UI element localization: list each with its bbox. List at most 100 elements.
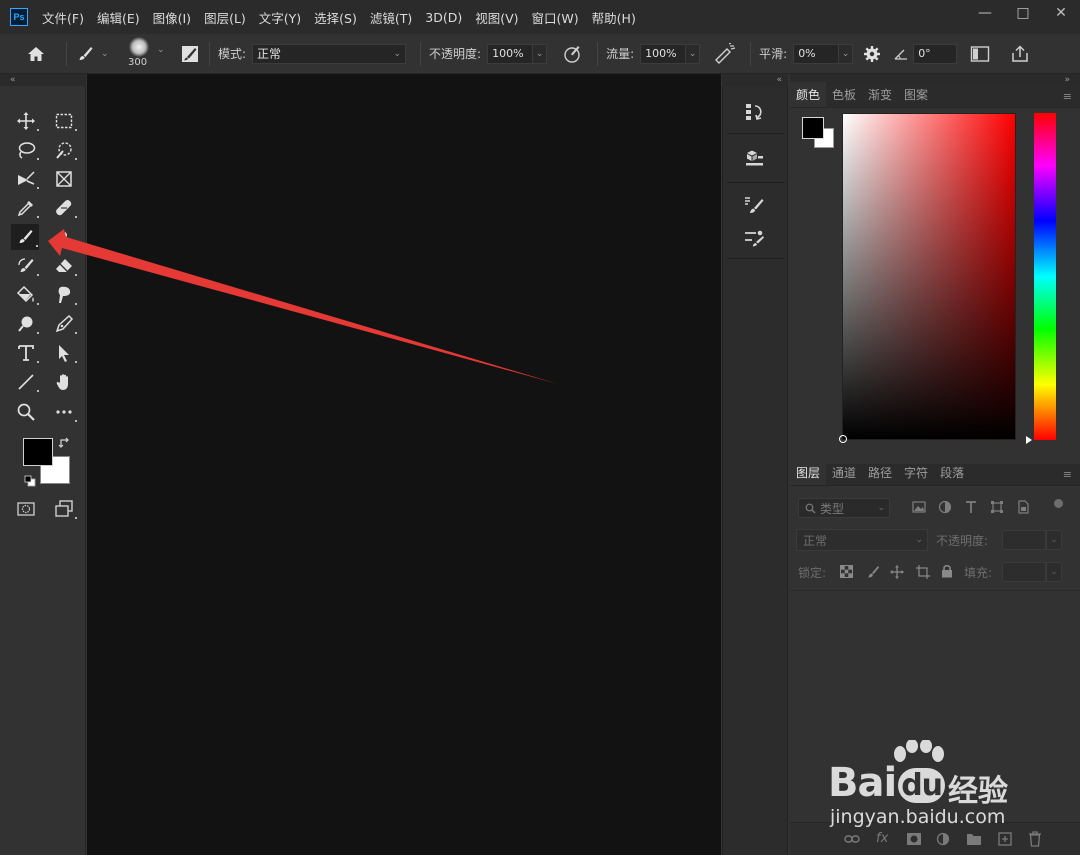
panel-menu-icon[interactable]: ≡: [1063, 90, 1072, 103]
lock-all[interactable]: [941, 564, 955, 578]
clone-stamp-tool[interactable]: [50, 224, 78, 250]
line-tool[interactable]: [12, 369, 40, 395]
rightdock-collapse-strip[interactable]: »: [790, 74, 1080, 86]
home-button[interactable]: [14, 34, 58, 74]
brush-tool[interactable]: [11, 224, 39, 250]
opacity-slider-toggle[interactable]: ⌄: [533, 43, 548, 64]
new-group-icon[interactable]: [966, 832, 982, 846]
healing-brush-tool[interactable]: [50, 195, 78, 221]
smoothing-input[interactable]: 0%: [793, 43, 840, 64]
tab-character[interactable]: 字符: [898, 464, 934, 485]
flow-slider-toggle[interactable]: ⌄: [686, 43, 701, 64]
menu-file[interactable]: 文件(F): [42, 8, 84, 27]
filter-toggle[interactable]: [1054, 499, 1063, 508]
smudge-tool[interactable]: [50, 282, 78, 308]
marquee-tool[interactable]: [50, 108, 78, 134]
history-brush-tool[interactable]: [12, 253, 40, 279]
menu-edit[interactable]: 编辑(E): [97, 8, 140, 27]
switch-colors-icon[interactable]: [58, 436, 72, 450]
default-colors-icon[interactable]: [24, 475, 36, 487]
pressure-opacity-button[interactable]: [555, 37, 589, 71]
trash-icon[interactable]: [1028, 831, 1042, 847]
hue-slider[interactable]: [1026, 113, 1056, 444]
minimize-button[interactable]: —: [966, 0, 1004, 26]
tab-swatches[interactable]: 色板: [826, 86, 862, 107]
blend-mode-select[interactable]: 正常 ⌄: [796, 529, 928, 551]
mode-select[interactable]: 正常 ⌄: [252, 43, 407, 64]
smoothing-options-button[interactable]: [857, 39, 887, 69]
lock-position[interactable]: [890, 565, 904, 579]
new-adjustment-icon[interactable]: [936, 832, 950, 846]
filter-smart-objects[interactable]: [1016, 500, 1030, 514]
layer-filter-select[interactable]: 类型 ⌄: [798, 498, 890, 518]
color-field[interactable]: [839, 113, 1016, 443]
panel-foreground-swatch[interactable]: [802, 117, 824, 139]
layer-opacity-input[interactable]: [1002, 530, 1046, 550]
history-panel-button[interactable]: [733, 98, 775, 126]
layer-opacity-toggle[interactable]: ⌄: [1046, 530, 1062, 550]
lock-transparent-pixels[interactable]: [840, 565, 854, 579]
menu-select[interactable]: 选择(S): [314, 8, 357, 27]
paint-bucket-tool[interactable]: [12, 282, 40, 308]
new-layer-icon[interactable]: [998, 832, 1012, 846]
tab-layers[interactable]: 图层: [790, 460, 827, 485]
edit-toolbar-button[interactable]: [50, 399, 78, 425]
airbrush-button[interactable]: [708, 37, 742, 71]
tab-channels[interactable]: 通道: [826, 464, 862, 485]
3d-panel-button[interactable]: [733, 144, 775, 172]
dodge-tool[interactable]: [12, 311, 40, 337]
brush-settings-button[interactable]: [179, 43, 201, 65]
brush-size-picker[interactable]: 300 ⌄: [123, 34, 175, 74]
opacity-input[interactable]: 100%: [487, 43, 534, 64]
link-layers-icon[interactable]: [844, 832, 860, 846]
filter-type-layers[interactable]: [964, 500, 978, 514]
filter-shape-layers[interactable]: [990, 500, 1004, 514]
symmetry-button[interactable]: [965, 39, 995, 69]
filter-adjustment-layers[interactable]: [938, 500, 952, 514]
tab-color[interactable]: 颜色: [790, 82, 827, 107]
foreground-color-swatch[interactable]: [23, 438, 53, 466]
panel-menu-icon[interactable]: ≡: [1063, 468, 1072, 481]
document-canvas[interactable]: [87, 74, 721, 855]
menu-type[interactable]: 文字(Y): [259, 8, 301, 27]
move-tool[interactable]: [12, 108, 40, 134]
tab-gradients[interactable]: 渐变: [862, 86, 898, 107]
eraser-tool[interactable]: [50, 253, 78, 279]
menu-filter[interactable]: 滤镜(T): [370, 8, 412, 27]
share-button[interactable]: [1005, 39, 1035, 69]
type-tool[interactable]: [12, 340, 40, 366]
menu-help[interactable]: 帮助(H): [592, 8, 636, 27]
eyedropper-tool[interactable]: [12, 195, 40, 221]
tab-paths[interactable]: 路径: [862, 464, 898, 485]
smoothing-slider-toggle[interactable]: ⌄: [839, 43, 854, 64]
add-mask-icon[interactable]: [906, 832, 922, 846]
maximize-button[interactable]: □: [1004, 0, 1042, 26]
brushes-panel-button[interactable]: [733, 224, 775, 252]
path-selection-tool[interactable]: [50, 340, 78, 366]
add-layer-style-button[interactable]: fx: [876, 831, 888, 846]
close-button[interactable]: ✕: [1042, 0, 1080, 26]
tab-paragraph[interactable]: 段落: [934, 464, 970, 485]
menu-3d[interactable]: 3D(D): [425, 10, 462, 25]
tool-preset-picker[interactable]: ⌄: [75, 44, 115, 64]
menu-layer[interactable]: 图层(L): [204, 8, 246, 27]
flow-input[interactable]: 100%: [640, 43, 687, 64]
toolbar-collapse-strip[interactable]: «: [0, 74, 86, 86]
hand-tool[interactable]: [50, 369, 78, 395]
hue-slider-handle[interactable]: [1026, 436, 1032, 444]
brush-settings-panel-button[interactable]: [733, 192, 775, 220]
angle-input[interactable]: 0°: [913, 43, 958, 64]
quick-selection-tool[interactable]: [50, 137, 78, 163]
menu-window[interactable]: 窗口(W): [532, 8, 579, 27]
quick-mask-button[interactable]: [12, 496, 40, 522]
frame-tool[interactable]: [50, 166, 78, 192]
lock-artboards[interactable]: [916, 565, 930, 579]
crop-slice-tool[interactable]: [12, 166, 40, 192]
menu-image[interactable]: 图像(I): [153, 8, 191, 27]
pen-tool[interactable]: [50, 311, 78, 337]
screen-mode-button[interactable]: [50, 496, 78, 522]
lasso-tool[interactable]: [12, 137, 40, 163]
filter-pixel-layers[interactable]: [912, 500, 926, 514]
middock-collapse-strip[interactable]: «: [722, 74, 788, 86]
lock-image-pixels[interactable]: [866, 565, 880, 579]
